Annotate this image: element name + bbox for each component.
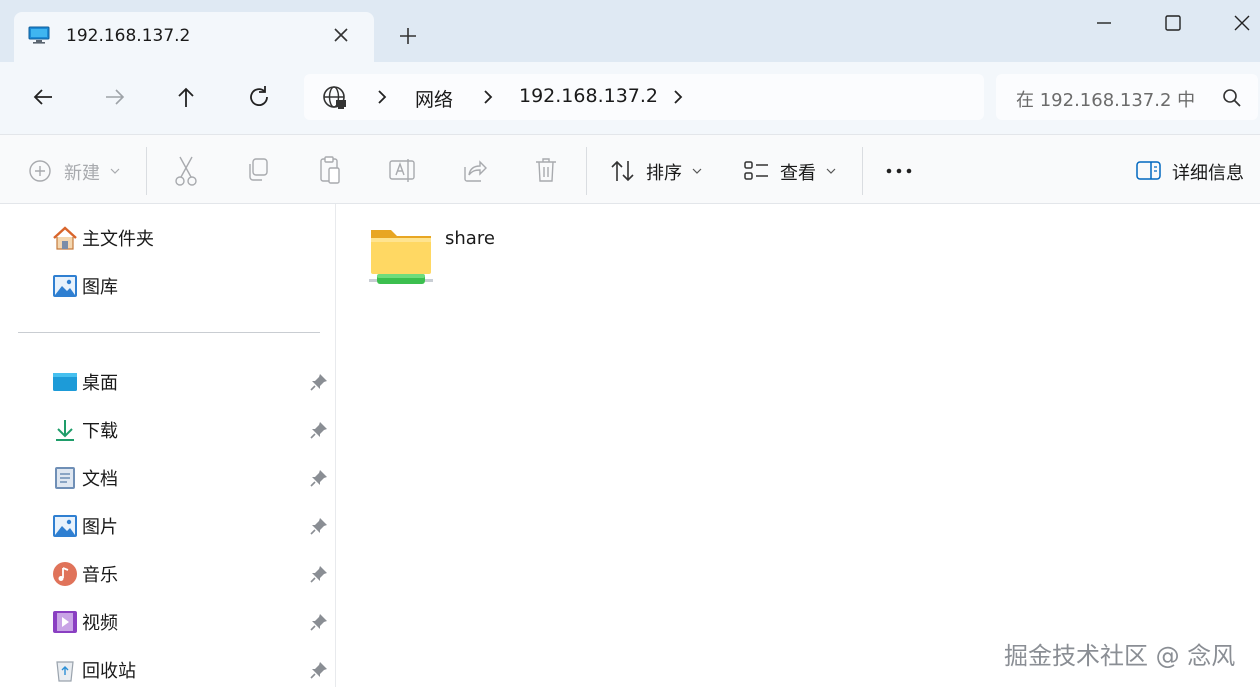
network-globe-icon xyxy=(323,86,346,109)
pictures-icon xyxy=(53,515,77,537)
rename-icon[interactable] xyxy=(389,155,415,187)
details-pane-button[interactable]: 详细信息 xyxy=(1136,155,1254,187)
sidebar-item-label: 主文件夹 xyxy=(82,229,154,250)
delete-icon[interactable] xyxy=(534,155,558,187)
back-arrow-icon[interactable] xyxy=(28,82,58,112)
details-label: 详细信息 xyxy=(1172,163,1244,184)
sidebar-item-desktop[interactable]: 桌面 xyxy=(0,361,336,401)
gallery-icon xyxy=(53,275,77,297)
sidebar-item-label: 桌面 xyxy=(82,373,118,394)
view-button[interactable]: 查看 xyxy=(744,155,844,187)
toolbar-divider xyxy=(862,147,863,195)
search-box[interactable]: 在 192.168.137.2 中 xyxy=(996,74,1258,120)
search-placeholder: 在 192.168.137.2 中 xyxy=(1016,90,1196,111)
tab-active[interactable]: 192.168.137.2 xyxy=(14,12,374,62)
file-list: share xyxy=(337,204,1260,687)
view-list-icon xyxy=(744,161,768,180)
pin-icon[interactable] xyxy=(310,517,328,535)
cut-icon[interactable] xyxy=(174,155,198,187)
paste-icon[interactable] xyxy=(318,155,342,187)
sidebar-item-label: 音乐 xyxy=(82,565,118,586)
plus-circle-icon xyxy=(29,160,51,182)
tab-title: 192.168.137.2 xyxy=(66,26,191,46)
sidebar-item-label: 回收站 xyxy=(82,661,136,682)
navigation-bar: 网络 192.168.137.2 在 192.168.137.2 中 xyxy=(0,62,1260,134)
close-icon[interactable] xyxy=(1228,10,1256,36)
sidebar-item-label: 视频 xyxy=(82,613,118,634)
pin-icon[interactable] xyxy=(310,661,328,679)
new-label: 新建 xyxy=(64,163,100,184)
sort-button[interactable]: 排序 xyxy=(610,155,710,187)
refresh-icon[interactable] xyxy=(244,82,274,112)
search-icon[interactable] xyxy=(1222,88,1242,108)
sidebar-item-videos[interactable]: 视频 xyxy=(0,601,336,641)
document-icon xyxy=(55,467,75,489)
up-arrow-icon[interactable] xyxy=(171,82,201,112)
new-tab-icon[interactable] xyxy=(396,24,420,48)
sidebar-item-music[interactable]: 音乐 xyxy=(0,553,336,593)
sidebar-item-label: 图库 xyxy=(82,277,118,298)
computer-monitor-icon xyxy=(28,26,50,44)
title-bar: 192.168.137.2 xyxy=(0,0,1260,62)
copy-icon[interactable] xyxy=(246,155,270,187)
breadcrumb-network[interactable]: 网络 xyxy=(415,85,453,112)
download-icon xyxy=(56,420,74,441)
close-tab-icon[interactable] xyxy=(330,24,352,46)
sort-arrows-icon xyxy=(611,160,634,182)
music-icon xyxy=(53,562,77,586)
sidebar-item-documents[interactable]: 文档 xyxy=(0,457,336,497)
details-pane-icon xyxy=(1136,161,1161,180)
sidebar-item-gallery[interactable]: 图库 xyxy=(0,265,336,305)
toolbar-divider xyxy=(586,147,587,195)
chevron-right-icon[interactable] xyxy=(670,88,686,106)
view-label: 查看 xyxy=(780,163,816,184)
pin-icon[interactable] xyxy=(310,613,328,631)
pin-icon[interactable] xyxy=(310,421,328,439)
pin-icon[interactable] xyxy=(310,373,328,391)
breadcrumb-host[interactable]: 192.168.137.2 xyxy=(519,85,658,107)
sidebar-item-home[interactable]: 主文件夹 xyxy=(0,217,336,257)
toolbar-divider xyxy=(146,147,147,195)
sidebar-divider xyxy=(18,332,320,333)
sidebar-item-downloads[interactable]: 下载 xyxy=(0,409,336,449)
desktop-icon xyxy=(53,373,77,391)
share-icon[interactable] xyxy=(462,155,488,187)
minimize-icon[interactable] xyxy=(1090,10,1118,36)
chevron-down-icon xyxy=(826,168,836,174)
home-icon xyxy=(53,226,77,250)
maximize-icon[interactable] xyxy=(1159,10,1187,36)
address-bar[interactable]: 网络 192.168.137.2 xyxy=(304,74,984,120)
chevron-down-icon xyxy=(110,168,120,174)
forward-arrow-icon[interactable] xyxy=(100,82,130,112)
chevron-right-icon[interactable] xyxy=(480,88,496,106)
network-share-folder-icon xyxy=(369,230,433,284)
watermark: 掘金技术社区 @ 念风 xyxy=(1004,642,1236,670)
sidebar-item-label: 文档 xyxy=(82,469,118,490)
recycle-bin-icon xyxy=(56,661,74,682)
sidebar-item-recycle-bin[interactable]: 回收站 xyxy=(0,649,336,687)
video-icon xyxy=(53,611,77,633)
new-button[interactable]: 新建 xyxy=(28,155,128,187)
sidebar-item-label: 下载 xyxy=(82,421,118,442)
pin-icon[interactable] xyxy=(310,469,328,487)
item-name: share xyxy=(445,228,495,249)
command-bar: 新建 排序 查看 详细信息 xyxy=(0,134,1260,204)
chevron-right-icon[interactable] xyxy=(374,88,390,106)
sort-label: 排序 xyxy=(646,163,682,184)
more-options-icon[interactable] xyxy=(884,155,914,187)
sidebar-item-label: 图片 xyxy=(82,517,118,538)
pin-icon[interactable] xyxy=(310,565,328,583)
list-item[interactable]: share xyxy=(365,222,525,292)
navigation-pane: 主文件夹 图库 桌面 下载 文档 图片 音乐 视频 回收站 xyxy=(0,204,336,687)
chevron-down-icon xyxy=(692,168,702,174)
sidebar-item-pictures[interactable]: 图片 xyxy=(0,505,336,545)
